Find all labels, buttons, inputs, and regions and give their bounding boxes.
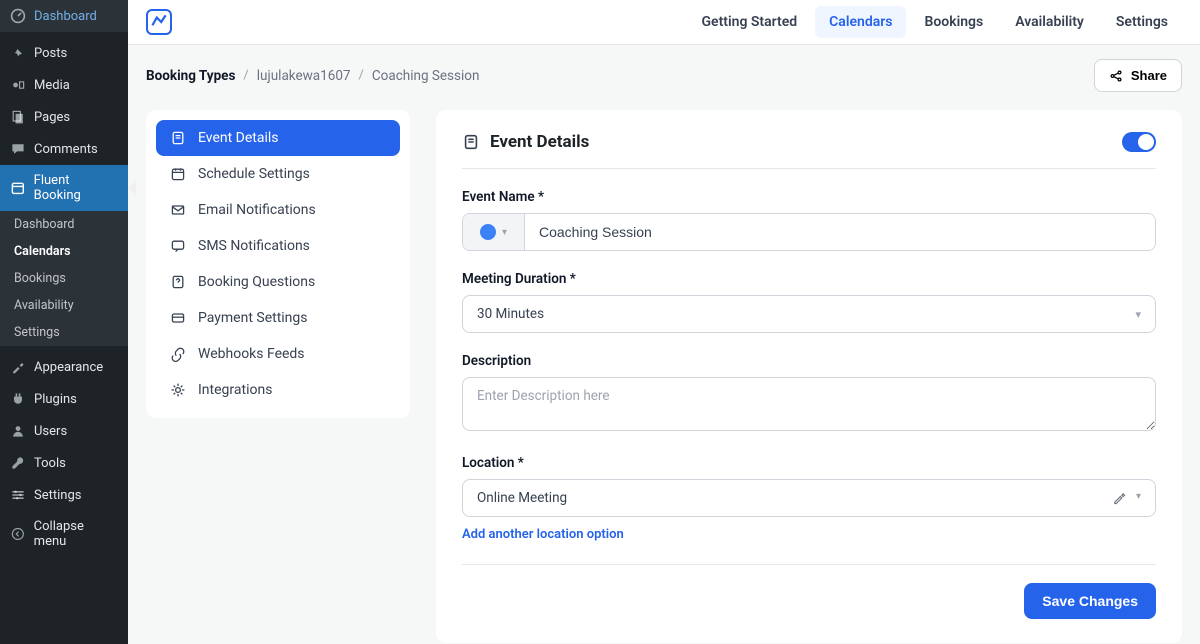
color-dot-icon (480, 224, 496, 240)
wp-menu-settings[interactable]: Settings (0, 479, 128, 511)
event-name-input[interactable] (525, 214, 1155, 250)
panel-item-questions[interactable]: Booking Questions (156, 264, 400, 300)
topnav-getting-started[interactable]: Getting Started (688, 6, 812, 38)
wp-menu-fluent-booking[interactable]: Fluent Booking (0, 165, 128, 211)
event-name-label: Event Name * (462, 189, 1156, 205)
wp-menu-collapse[interactable]: Collapse menu (0, 511, 128, 557)
settings-side-panel: Event Details Schedule Settings Email No… (146, 110, 410, 418)
wp-sub-calendars[interactable]: Calendars (0, 238, 128, 265)
topnav-bookings[interactable]: Bookings (910, 6, 997, 38)
wrench-icon (10, 455, 26, 471)
chevron-down-icon[interactable]: ▾ (1136, 491, 1141, 505)
panel-item-sms[interactable]: SMS Notifications (156, 228, 400, 264)
topnav: Getting Started Calendars Bookings Avail… (688, 6, 1183, 38)
wp-sub-bookings[interactable]: Bookings (0, 265, 128, 292)
description-label: Description (462, 353, 1156, 369)
brush-icon (10, 359, 26, 375)
breadcrumb-sep: / (359, 68, 364, 83)
wp-submenu: Dashboard Calendars Bookings Availabilit… (0, 211, 128, 346)
sms-icon (170, 238, 186, 254)
description-textarea[interactable] (462, 377, 1156, 431)
panel-item-email[interactable]: Email Notifications (156, 192, 400, 228)
cal-icon (170, 166, 186, 182)
doc-icon (462, 133, 480, 151)
collapse-icon (10, 526, 26, 542)
media-icon (10, 77, 26, 93)
gauge-icon (10, 8, 26, 24)
wp-sub-availability[interactable]: Availability (0, 292, 128, 319)
wp-menu-comments[interactable]: Comments (0, 133, 128, 165)
calendar-icon (10, 180, 26, 196)
main-area: Getting Started Calendars Bookings Avail… (128, 0, 1200, 644)
topnav-availability[interactable]: Availability (1001, 6, 1098, 38)
gear-icon (170, 382, 186, 398)
card-icon (170, 310, 186, 326)
wp-menu-media[interactable]: Media (0, 69, 128, 101)
topbar: Getting Started Calendars Bookings Avail… (128, 0, 1200, 45)
question-icon (170, 274, 186, 290)
wp-menu-plugins[interactable]: Plugins (0, 383, 128, 415)
breadcrumb-mid[interactable]: lujulakewa1607 (257, 68, 351, 84)
panel-item-payment[interactable]: Payment Settings (156, 300, 400, 336)
panel-item-event-details[interactable]: Event Details (156, 120, 400, 156)
location-row[interactable]: Online Meeting ▾ (462, 479, 1156, 517)
panel-item-webhooks[interactable]: Webhooks Feeds (156, 336, 400, 372)
form-header: Event Details (462, 132, 1156, 169)
link-icon (170, 346, 186, 362)
breadcrumb-bar: Booking Types / lujulakewa1607 / Coachin… (128, 45, 1200, 106)
wp-menu-tools[interactable]: Tools (0, 447, 128, 479)
doc-icon (170, 130, 186, 146)
share-icon (1109, 69, 1123, 83)
form-footer: Save Changes (462, 564, 1156, 619)
wp-menu-pages[interactable]: Pages (0, 101, 128, 133)
content: Event Details Schedule Settings Email No… (128, 106, 1200, 644)
panel-item-integrations[interactable]: Integrations (156, 372, 400, 408)
wp-menu-posts[interactable]: Posts (0, 37, 128, 69)
topnav-settings[interactable]: Settings (1102, 6, 1182, 38)
wp-sub-dashboard[interactable]: Dashboard (0, 211, 128, 238)
event-enabled-toggle[interactable] (1122, 132, 1156, 152)
pin-icon (10, 45, 26, 61)
save-button[interactable]: Save Changes (1024, 583, 1156, 619)
form-title: Event Details (490, 132, 589, 152)
app-logo[interactable] (146, 9, 172, 35)
breadcrumb-sep: / (243, 68, 248, 83)
duration-label: Meeting Duration * (462, 271, 1156, 287)
sliders-icon (10, 487, 26, 503)
event-name-row: ▾ (462, 213, 1156, 251)
wp-menu-users[interactable]: Users (0, 415, 128, 447)
add-location-link[interactable]: Add another location option (462, 527, 624, 542)
topnav-calendars[interactable]: Calendars (815, 6, 906, 38)
share-button[interactable]: Share (1094, 59, 1182, 92)
wp-sub-settings[interactable]: Settings (0, 319, 128, 346)
pages-icon (10, 109, 26, 125)
comment-icon (10, 141, 26, 157)
wp-menu-appearance[interactable]: Appearance (0, 351, 128, 383)
wp-menu-dashboard[interactable]: Dashboard (0, 0, 128, 32)
mail-icon (170, 202, 186, 218)
chevron-down-icon: ▾ (502, 227, 507, 238)
form-panel: Event Details Event Name * ▾ Meeting Dur… (436, 110, 1182, 643)
breadcrumb-root[interactable]: Booking Types (146, 68, 235, 84)
panel-item-schedule[interactable]: Schedule Settings (156, 156, 400, 192)
plug-icon (10, 391, 26, 407)
wp-admin-sidebar: Dashboard Posts Media Pages Comments Flu… (0, 0, 128, 644)
chevron-down-icon: ▾ (1135, 308, 1141, 321)
breadcrumb-leaf: Coaching Session (372, 68, 480, 84)
duration-select[interactable]: 30 Minutes ▾ (462, 295, 1156, 333)
user-icon (10, 423, 26, 439)
edit-icon[interactable] (1112, 491, 1126, 505)
location-label: Location * (462, 455, 1156, 471)
event-color-picker[interactable]: ▾ (463, 214, 525, 250)
